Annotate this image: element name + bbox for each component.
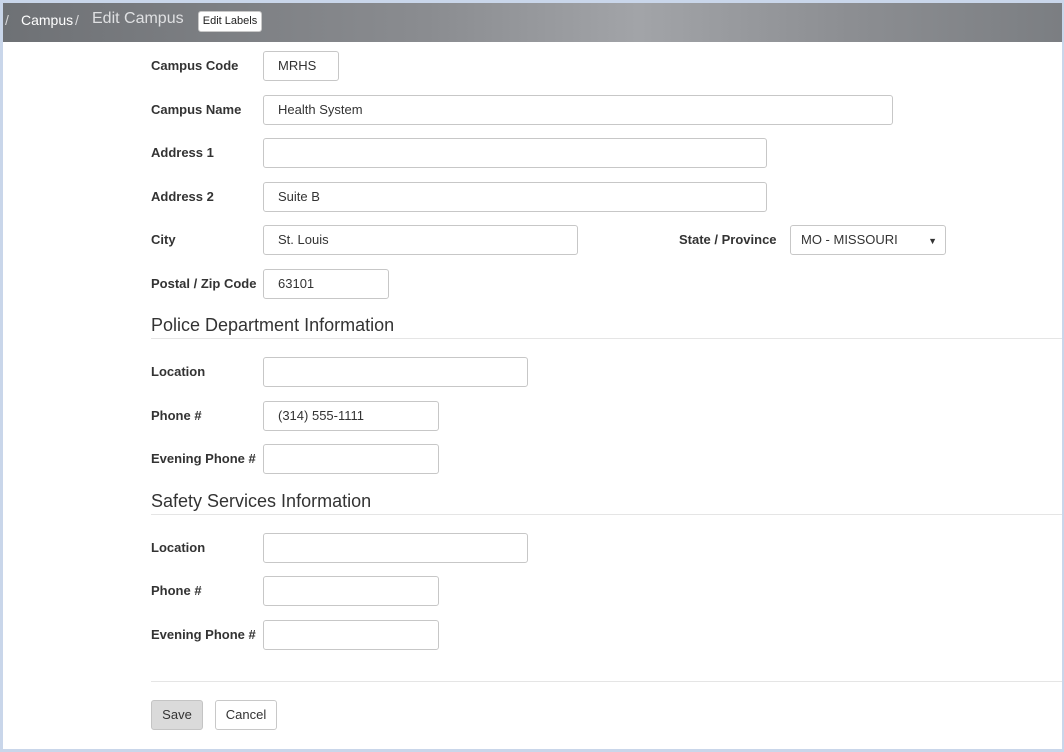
campus-name-input[interactable]: Health System xyxy=(263,95,893,125)
police-section-divider xyxy=(151,338,1062,339)
caret-down-icon: ▼ xyxy=(928,236,937,246)
safety-evening-phone-label: Evening Phone # xyxy=(151,627,256,642)
breadcrumb-separator: / xyxy=(5,12,9,28)
save-button[interactable]: Save xyxy=(151,700,203,730)
city-label: City xyxy=(151,232,176,247)
state-label: State / Province xyxy=(679,232,777,247)
campus-code-label: Campus Code xyxy=(151,58,239,73)
campus-code-input[interactable]: MRHS xyxy=(263,51,339,81)
safety-location-input[interactable] xyxy=(263,533,528,563)
address2-label: Address 2 xyxy=(151,189,214,204)
state-select-value: MO - MISSOURI xyxy=(801,232,898,247)
safety-phone-label: Phone # xyxy=(151,583,202,598)
police-location-input[interactable] xyxy=(263,357,528,387)
safety-section-title: Safety Services Information xyxy=(151,491,372,511)
postal-code-label: Postal / Zip Code xyxy=(151,276,257,291)
police-phone-input[interactable]: (314) 555-1111 xyxy=(263,401,439,431)
safety-section-divider xyxy=(151,514,1062,515)
address1-input[interactable] xyxy=(263,138,767,168)
address2-input[interactable]: Suite B xyxy=(263,182,767,212)
state-select[interactable]: MO - MISSOURI ▼ xyxy=(790,225,946,255)
police-section-title: Police Department Information xyxy=(151,315,395,335)
breadcrumb-separator: / xyxy=(75,12,79,28)
postal-code-input[interactable]: 63101 xyxy=(263,269,389,299)
cancel-button[interactable]: Cancel xyxy=(215,700,277,730)
police-evening-phone-label: Evening Phone # xyxy=(151,451,256,466)
safety-location-label: Location xyxy=(151,540,206,555)
breadcrumb: / Campus / Edit Campus Edit Labels xyxy=(3,3,1062,42)
city-input[interactable]: St. Louis xyxy=(263,225,578,255)
edit-campus-page: / Campus / Edit Campus Edit Labels Campu… xyxy=(3,3,1062,749)
breadcrumb-current: Edit Campus xyxy=(92,10,184,27)
breadcrumb-campus-link[interactable]: Campus xyxy=(21,12,73,28)
police-evening-phone-input[interactable] xyxy=(263,444,439,474)
edit-labels-button[interactable]: Edit Labels xyxy=(198,11,262,32)
campus-name-label: Campus Name xyxy=(151,102,242,117)
form-actions-divider xyxy=(151,681,1062,682)
police-location-label: Location xyxy=(151,364,206,379)
address1-label: Address 1 xyxy=(151,145,214,160)
safety-evening-phone-input[interactable] xyxy=(263,620,439,650)
safety-phone-input[interactable] xyxy=(263,576,439,606)
police-phone-label: Phone # xyxy=(151,408,202,423)
